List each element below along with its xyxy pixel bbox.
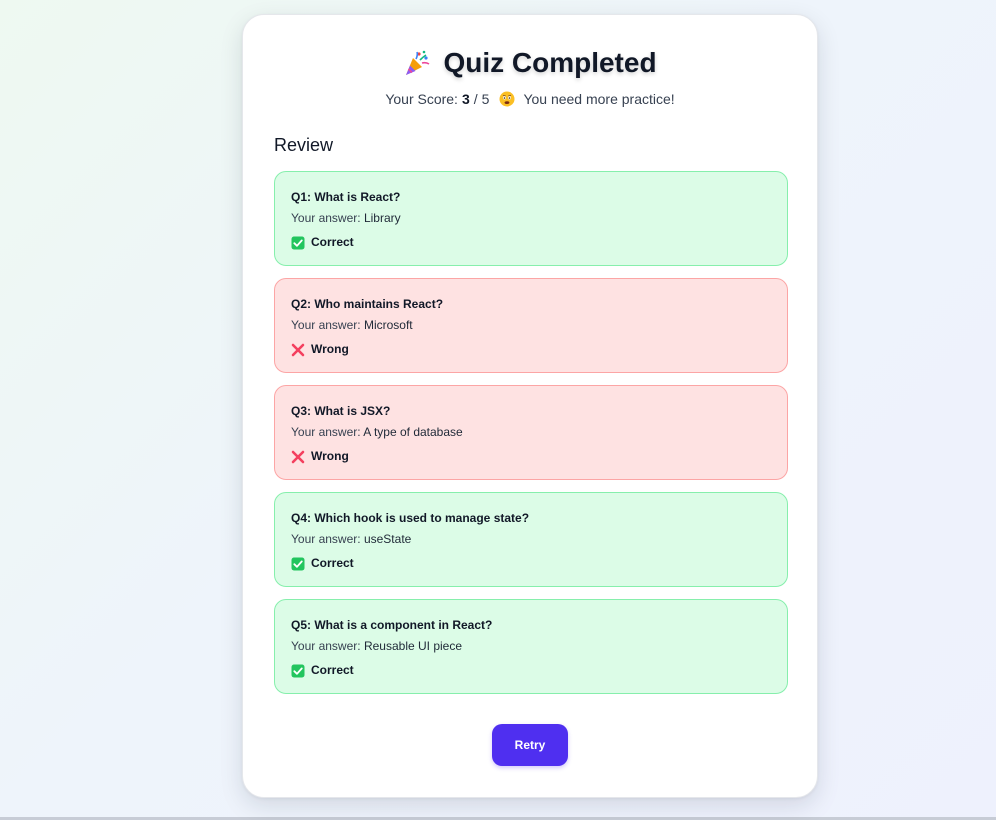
- score-line: Your Score: 3 / 5 You need more practice…: [243, 89, 817, 109]
- status-text: Wrong: [311, 342, 349, 356]
- answer-label: Your answer:: [291, 318, 361, 332]
- score-value: 3: [461, 91, 470, 107]
- review-question: Q4: Which hook is used to manage state?: [291, 511, 530, 525]
- party-popper-icon: [406, 50, 430, 75]
- review-status: Correct: [291, 662, 771, 679]
- check-mark-icon: [291, 557, 305, 570]
- review-answer: Your answer: useState: [291, 531, 771, 548]
- status-text: Wrong: [311, 449, 349, 463]
- review-item-q4: Q4: Which hook is used to manage state? …: [274, 492, 788, 587]
- check-mark-icon: [291, 236, 305, 249]
- status-text: Correct: [311, 235, 354, 249]
- answer-label: Your answer:: [291, 532, 361, 546]
- title-text: Quiz Completed: [443, 47, 657, 78]
- answer-value: Library: [363, 211, 401, 225]
- check-mark-icon: [291, 664, 305, 677]
- quiz-result-card: Quiz Completed Your Score: 3 / 5 You nee…: [242, 14, 818, 798]
- review-answer: Your answer: Reusable UI piece: [291, 638, 771, 655]
- score-separator: /: [473, 91, 478, 107]
- review-item-q3: Q3: What is JSX? Your answer: A type of …: [274, 385, 788, 480]
- answer-value: useState: [363, 532, 412, 546]
- review-item-q1: Q1: What is React? Your answer: Library …: [274, 171, 788, 266]
- answer-value: A type of database: [363, 425, 463, 439]
- review-question: Q2: Who maintains React?: [291, 297, 444, 311]
- page-title: Quiz Completed: [243, 45, 817, 81]
- review-answer: Your answer: Microsoft: [291, 317, 771, 334]
- review-status: Correct: [291, 555, 771, 572]
- review-answer: Your answer: A type of database: [291, 424, 771, 441]
- status-text: Correct: [311, 556, 354, 570]
- review-item-q2: Q2: Who maintains React? Your answer: Mi…: [274, 278, 788, 373]
- answer-value: Reusable UI piece: [363, 639, 463, 653]
- score-message: You need more practice!: [523, 91, 675, 107]
- review-status: Wrong: [291, 448, 771, 465]
- review-status: Correct: [291, 234, 771, 251]
- answer-label: Your answer:: [291, 639, 361, 653]
- score-total: 5: [481, 91, 490, 107]
- cross-mark-icon: [291, 450, 305, 463]
- status-text: Correct: [311, 663, 354, 677]
- cross-mark-icon: [291, 343, 305, 356]
- review-heading: Review: [274, 135, 334, 155]
- answer-label: Your answer:: [291, 425, 361, 439]
- answer-label: Your answer:: [291, 211, 361, 225]
- answer-value: Microsoft: [363, 318, 413, 332]
- worried-face-icon: [499, 91, 515, 107]
- review-question: Q3: What is JSX?: [291, 404, 391, 418]
- review-question: Q1: What is React?: [291, 190, 401, 204]
- review-question: Q5: What is a component in React?: [291, 618, 493, 632]
- review-status: Wrong: [291, 341, 771, 358]
- review-answer: Your answer: Library: [291, 210, 771, 227]
- score-label: Your Score:: [385, 91, 458, 107]
- review-item-q5: Q5: What is a component in React? Your a…: [274, 599, 788, 694]
- retry-button[interactable]: Retry: [492, 724, 568, 766]
